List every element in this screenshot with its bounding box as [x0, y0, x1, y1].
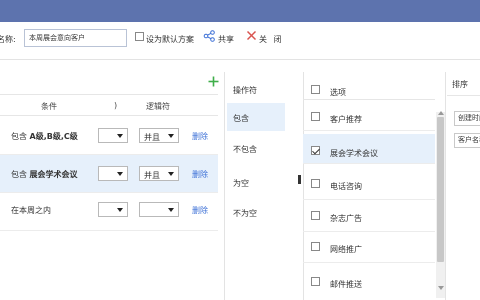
conditions-header: [0, 94, 218, 116]
condition-text: 包含 展会学术会议: [11, 170, 78, 179]
header-condition: 条件: [41, 102, 57, 111]
option-checkbox[interactable]: [311, 277, 320, 286]
chevron-down-icon: [117, 208, 123, 212]
paren-select[interactable]: [98, 202, 128, 217]
chevron-down-icon: [168, 172, 174, 176]
sort-item[interactable]: 创建时间: [454, 111, 480, 126]
option-checkbox[interactable]: [311, 179, 320, 188]
operator-item-contains[interactable]: 包含: [227, 103, 285, 131]
share-icon[interactable]: [203, 30, 215, 42]
option-label: 杂志广告: [330, 214, 362, 223]
sort-item[interactable]: 客户名称: [454, 133, 480, 148]
window-titlebar: [0, 0, 480, 22]
default-scheme-label[interactable]: 设为默认方案: [146, 34, 194, 45]
logic-select[interactable]: 并且: [139, 166, 179, 181]
chevron-down-icon: [168, 134, 174, 138]
chevron-down-icon: [117, 172, 123, 176]
operator-item-not-contains[interactable]: 不包含: [227, 134, 285, 162]
delete-link[interactable]: 删除: [192, 205, 208, 216]
sort-divider: [447, 95, 480, 96]
option-checkbox[interactable]: [311, 112, 320, 121]
options-scrollbar-thumb[interactable]: [437, 117, 444, 262]
scroll-up-icon[interactable]: [438, 111, 444, 115]
option-row[interactable]: [303, 101, 435, 131]
option-label: 网络推广: [330, 245, 362, 254]
option-row[interactable]: [303, 170, 435, 200]
close-icon[interactable]: [246, 30, 257, 41]
sort-title: 排序: [452, 80, 468, 89]
option-label: 电话咨询: [330, 182, 362, 191]
option-row[interactable]: [303, 265, 435, 295]
condition-text: 在本周之内: [11, 206, 51, 215]
option-label: 客户推荐: [330, 115, 362, 124]
logic-select[interactable]: 并且: [139, 128, 179, 143]
scheme-name-input[interactable]: 本周展会意向客户: [24, 29, 127, 47]
splitter-handle[interactable]: [298, 175, 301, 184]
option-row[interactable]: [303, 233, 435, 263]
scroll-down-icon[interactable]: [438, 286, 444, 290]
option-row[interactable]: [303, 202, 435, 232]
delete-link[interactable]: 删除: [192, 131, 208, 142]
condition-text: 包含 A级,B级,C级: [11, 132, 78, 141]
option-checkbox[interactable]: [311, 242, 320, 251]
option-checkbox[interactable]: [311, 211, 320, 220]
add-condition-icon[interactable]: [208, 76, 219, 87]
operator-item-not-empty[interactable]: 不为空: [227, 198, 285, 226]
default-scheme-checkbox[interactable]: [135, 32, 144, 41]
header-paren: ): [114, 101, 118, 110]
options-header-label: 选项: [330, 88, 346, 97]
operator-item-is-empty[interactable]: 为空: [227, 168, 285, 196]
paren-select[interactable]: [98, 128, 128, 143]
delete-link[interactable]: 删除: [192, 169, 208, 180]
paren-select[interactable]: [98, 166, 128, 181]
select-all-checkbox[interactable]: [311, 85, 320, 94]
sort-panel: [447, 72, 480, 300]
logic-select[interactable]: [139, 202, 179, 217]
operator-title: 操作符: [233, 86, 257, 95]
chevron-down-icon: [168, 208, 174, 212]
options-header: [303, 78, 435, 100]
option-label: 邮件推送: [330, 280, 362, 289]
header-logic: 逻辑符: [146, 102, 170, 111]
chevron-down-icon: [117, 134, 123, 138]
share-button[interactable]: 共享: [218, 34, 234, 45]
option-checkbox[interactable]: [311, 146, 320, 155]
option-label: 展会学术会议: [330, 149, 378, 158]
close-button[interactable]: 关 闭: [259, 34, 284, 45]
name-label: 名称:: [0, 35, 16, 44]
